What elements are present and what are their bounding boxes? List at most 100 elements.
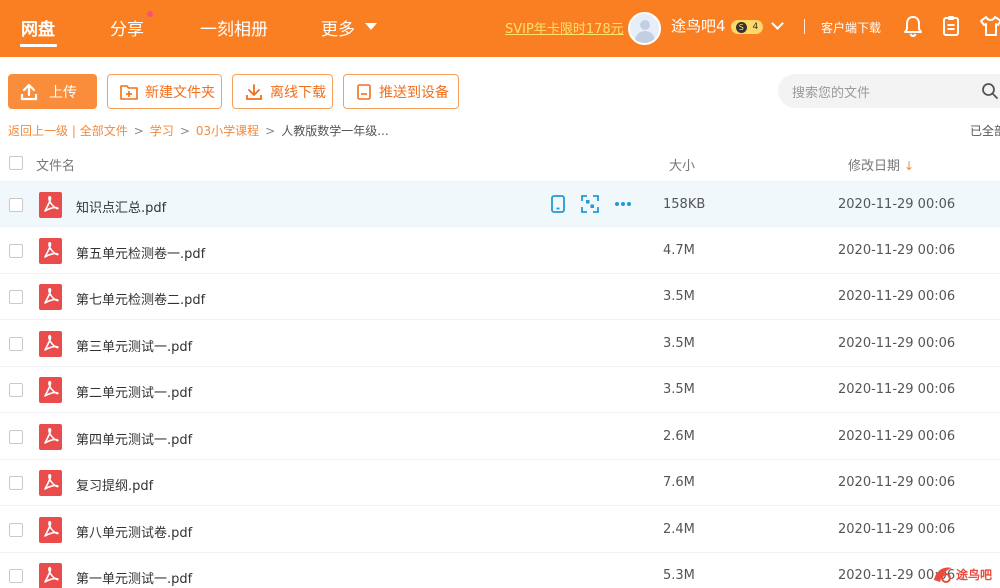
select-all-checkbox[interactable]	[9, 156, 23, 170]
watermark-text: 途鸟吧	[956, 568, 993, 582]
file-name[interactable]: 知识点汇总.pdf	[76, 197, 166, 216]
row-checkbox[interactable]	[9, 290, 23, 304]
new-folder-button[interactable]: 新建文件夹	[107, 74, 222, 109]
row-checkbox[interactable]	[9, 429, 23, 444]
breadcrumb: 返回上一级 | 全部文件 > 学习 >03小学课程 > 人教版数学一年级...	[8, 124, 389, 138]
header-date-label: 修改日期	[848, 159, 901, 174]
breadcrumb-divider: |	[71, 124, 76, 138]
push-device-button[interactable]: 推送到设备	[343, 74, 459, 109]
breadcrumb-primary-course[interactable]: 03小学课程	[196, 124, 259, 138]
table-row[interactable]: 知识点汇总.pdf 158KB 2020-11-29 00:06	[0, 181, 1000, 227]
push-device-label: 推送到设备	[379, 84, 449, 101]
breadcrumb-study[interactable]: 学习	[150, 124, 174, 138]
file-modified-date: 2020-11-29 00:06	[838, 521, 956, 537]
table-row[interactable]: 第八单元测试卷.pdf 2.4M 2020-11-29 00:06	[0, 507, 1000, 553]
file-name[interactable]: 第一单元测试一.pdf	[76, 568, 192, 587]
row-checkbox[interactable]	[9, 476, 23, 490]
nav-tab-album[interactable]: 一刻相册	[200, 15, 268, 40]
file-size: 3.5M	[663, 289, 695, 304]
caret-down-icon[interactable]	[365, 23, 377, 30]
upload-button[interactable]: 上传	[8, 74, 97, 109]
file-modified-date: 2020-11-29 00:06	[838, 382, 956, 397]
sort-desc-icon: ↓	[904, 159, 915, 173]
file-size: 4.7M	[663, 242, 695, 258]
search-icon[interactable]	[981, 82, 999, 100]
table-row[interactable]: 第七单元检测卷二.pdf 3.5M 2020-11-29 00:06	[0, 274, 1000, 320]
file-size: 158KB	[663, 197, 706, 212]
username[interactable]: 途鸟吧4	[671, 15, 726, 36]
table-row[interactable]: 第三单元测试一.pdf 3.5M 2020-11-29 00:06	[0, 321, 1000, 367]
qr-scan-icon[interactable]	[580, 194, 600, 214]
row-checkbox[interactable]	[9, 569, 23, 583]
device-icon	[357, 83, 371, 100]
badge-level: 4	[752, 22, 759, 32]
nav-active-indicator	[20, 44, 57, 47]
loaded-status: 已全部	[970, 124, 1000, 138]
svip-promo-link[interactable]: SVIP年卡限时178元	[505, 18, 624, 37]
table-row[interactable]: 第二单元测试一.pdf 3.5M 2020-11-29 00:06	[0, 367, 1000, 413]
shirt-icon[interactable]	[979, 14, 1000, 38]
file-modified-date: 2020-11-29 00:06	[838, 428, 956, 444]
header-size[interactable]: 大小	[669, 155, 695, 174]
breadcrumb-current: 人教版数学一年级...	[281, 124, 389, 138]
file-size: 7.6M	[663, 475, 695, 490]
file-size: 3.5M	[663, 382, 695, 397]
file-size: 3.5M	[663, 335, 695, 351]
pdf-file-icon	[39, 330, 62, 357]
file-name[interactable]: 第八单元测试卷.pdf	[76, 522, 192, 541]
row-checkbox[interactable]	[9, 198, 23, 212]
pdf-file-icon	[39, 377, 62, 403]
file-size: 2.4M	[663, 521, 695, 537]
file-size: 5.3M	[663, 568, 695, 583]
table-row[interactable]: 第五单元检测卷一.pdf 4.7M 2020-11-29 00:06	[0, 228, 1000, 274]
clipboard-icon[interactable]	[940, 14, 962, 38]
file-name[interactable]: 第四单元测试一.pdf	[76, 429, 192, 448]
table-row[interactable]: 第一单元测试一.pdf 5.3M 2020-11-29 00:06	[0, 553, 1000, 588]
breadcrumb-back[interactable]: 返回上一级	[8, 124, 68, 138]
upload-icon	[20, 83, 38, 100]
download-icon	[246, 83, 262, 100]
badge-s: S	[735, 21, 747, 33]
file-name[interactable]: 第三单元测试一.pdf	[76, 336, 192, 355]
file-name[interactable]: 第二单元测试一.pdf	[76, 382, 192, 401]
header-filename[interactable]: 文件名	[36, 155, 75, 174]
pdf-file-icon	[39, 237, 62, 264]
client-download-link[interactable]: 客户端下载	[821, 19, 881, 36]
pdf-file-icon	[39, 192, 62, 218]
table-row[interactable]: 复习提纲.pdf 7.6M 2020-11-29 00:06	[0, 460, 1000, 506]
divider	[804, 19, 805, 34]
file-name[interactable]: 第七单元检测卷二.pdf	[76, 289, 205, 308]
bell-icon[interactable]	[902, 14, 924, 38]
file-modified-date: 2020-11-29 00:06	[838, 197, 956, 212]
search-placeholder: 搜索您的文件	[792, 86, 871, 101]
more-dots-icon[interactable]	[613, 194, 633, 214]
table-row[interactable]: 第四单元测试一.pdf 2.6M 2020-11-29 00:06	[0, 414, 1000, 460]
file-modified-date: 2020-11-29 00:06	[838, 335, 956, 351]
nav-tab-netdisk[interactable]: 网盘	[21, 15, 55, 40]
new-folder-label: 新建文件夹	[145, 84, 215, 101]
row-checkbox[interactable]	[9, 522, 23, 537]
pdf-file-icon	[39, 470, 62, 496]
file-modified-date: 2020-11-29 00:06	[838, 242, 956, 258]
pdf-file-icon	[39, 516, 62, 543]
nav-tab-share[interactable]: 分享	[110, 15, 144, 40]
row-checkbox[interactable]	[9, 383, 23, 397]
phone-icon[interactable]	[548, 194, 568, 214]
vip-level-badge: S 4	[731, 20, 763, 34]
breadcrumb-all-files[interactable]: 全部文件	[80, 124, 128, 138]
nav-tab-more[interactable]: 更多	[321, 15, 355, 40]
avatar[interactable]	[628, 12, 661, 45]
file-name[interactable]: 复习提纲.pdf	[76, 475, 153, 494]
notification-dot	[147, 11, 153, 17]
upload-label: 上传	[49, 84, 77, 101]
file-modified-date: 2020-11-29 00:06	[838, 289, 956, 304]
file-modified-date: 2020-11-29 00:06	[838, 475, 956, 490]
file-size: 2.6M	[663, 428, 695, 444]
header-modified-date[interactable]: 修改日期 ↓	[848, 155, 914, 174]
row-checkbox[interactable]	[9, 243, 23, 258]
folder-plus-icon	[120, 84, 138, 100]
offline-download-button[interactable]: 离线下载	[232, 74, 333, 109]
row-checkbox[interactable]	[9, 336, 23, 351]
file-name[interactable]: 第五单元检测卷一.pdf	[76, 243, 205, 262]
pdf-file-icon	[39, 563, 62, 588]
